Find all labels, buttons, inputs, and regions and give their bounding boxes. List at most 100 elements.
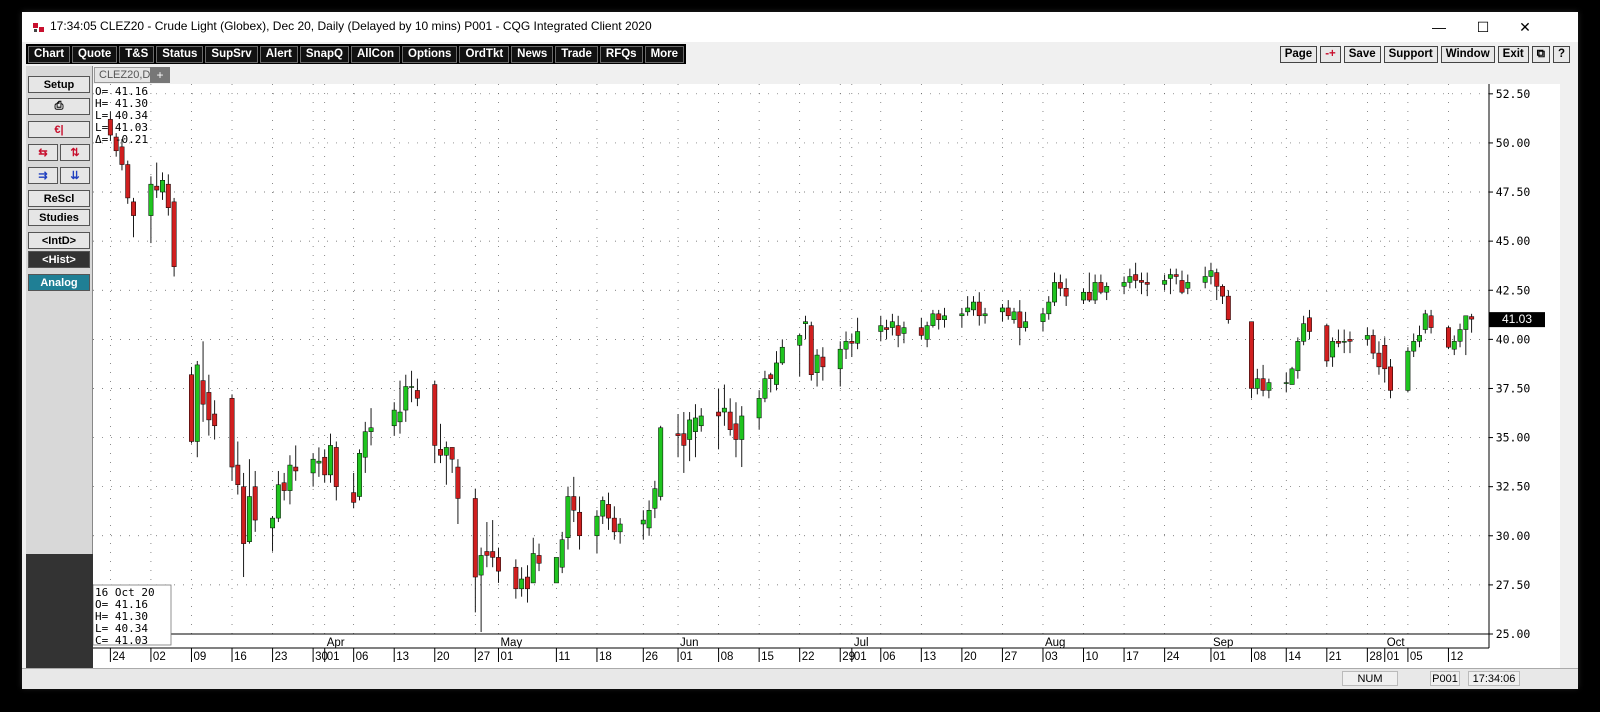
candle-body	[1370, 335, 1376, 354]
day-label: 13	[923, 651, 936, 663]
candle-body	[1330, 341, 1336, 358]
candle-body	[368, 427, 374, 432]
swap-horizontal-icon[interactable]: ⇆	[28, 144, 58, 161]
menu-quote[interactable]: Quote	[72, 45, 118, 63]
candle-body	[652, 488, 658, 509]
month-label: Aug	[1045, 637, 1065, 649]
candle-body	[241, 486, 247, 544]
window-button[interactable]: Window	[1440, 45, 1495, 63]
candle-body	[1063, 288, 1069, 297]
clock: 17:34:06	[1468, 671, 1520, 686]
menu-allcon[interactable]: AllCon	[350, 45, 401, 63]
close-button[interactable]: ✕	[1502, 12, 1548, 42]
menu-chart[interactable]: Chart	[28, 45, 71, 63]
candle-body	[1167, 274, 1173, 279]
page-button[interactable]: Page	[1279, 45, 1318, 63]
day-label: 01	[1387, 651, 1400, 663]
sidebar-panel	[26, 554, 93, 668]
history-button[interactable]: <Hist>	[28, 251, 90, 268]
candle-body	[936, 313, 942, 320]
studies-button[interactable]: Studies	[28, 209, 90, 226]
candle-body	[519, 578, 525, 590]
num-lock-indicator: NUM	[1342, 671, 1398, 686]
candle-body	[397, 411, 403, 423]
print-icon[interactable]: ⎙	[28, 98, 90, 115]
last-price-tag: 41.03	[1489, 312, 1545, 328]
candle-body	[1451, 341, 1457, 350]
day-label: 28	[1369, 651, 1382, 663]
candle-body	[1098, 282, 1104, 293]
candle-body	[1185, 282, 1191, 289]
menu-rfqs[interactable]: RFQs	[599, 45, 643, 63]
price-chart[interactable]: 25.00 27.50 30.00 32.50 35.00 37.50 40.00 42.50…	[93, 84, 1560, 668]
chart-sidebar: Setup ⎙ €| ⇆ ⇅ ⇉ ⇊ ReScl Studies <IntD> …	[26, 66, 93, 555]
candle-body	[976, 301, 982, 317]
y-tick-label: 35.00	[1496, 431, 1531, 445]
y-tick-label: 32.50	[1496, 480, 1531, 494]
candle-body	[1341, 341, 1347, 343]
menu-ordtkt[interactable]: OrdTkt	[459, 45, 510, 63]
ohlc-readout-bottom: 16 Oct 20 O= 41.16 H= 41.30 L= 40.34 C= …	[93, 584, 172, 647]
day-label: 24	[112, 651, 125, 663]
zoom-button[interactable]: -+	[1320, 45, 1341, 63]
candle-body	[1005, 307, 1011, 317]
candle-body	[1057, 282, 1063, 289]
menu-trade[interactable]: Trade	[555, 45, 598, 63]
candle-body	[1138, 280, 1144, 283]
candle-body	[1046, 301, 1052, 315]
candle-body	[1133, 274, 1139, 281]
candle-body	[1295, 341, 1301, 372]
candle-body	[768, 374, 774, 379]
save-button[interactable]: Save	[1343, 45, 1381, 63]
candle-body	[362, 431, 368, 458]
candle-body	[131, 201, 136, 216]
ohlc-change: Δ= -0.21	[95, 133, 148, 146]
candle-body	[803, 321, 808, 324]
minimize-button[interactable]: —	[1416, 12, 1462, 42]
candle-body	[200, 380, 206, 405]
candle-body	[478, 555, 484, 576]
rescale-button[interactable]: ReScl	[28, 190, 90, 207]
menu-alert[interactable]: Alert	[259, 45, 298, 63]
menu-more[interactable]: More	[644, 45, 685, 63]
tab-clez20[interactable]: CLEZ20,D	[94, 67, 156, 83]
y-tick-label: 30.00	[1496, 529, 1531, 543]
candle-body	[438, 449, 444, 456]
ohlc-close-bottom: C= 41.03	[95, 634, 148, 647]
support-button[interactable]: Support	[1383, 45, 1438, 63]
candle-body	[1121, 282, 1127, 287]
analog-button[interactable]: Analog	[28, 274, 90, 291]
menu-snapq[interactable]: SnapQ	[299, 45, 349, 63]
candle-body	[1446, 327, 1451, 348]
candle-body	[762, 378, 768, 399]
menu-options[interactable]: Options	[402, 45, 458, 63]
exit-button[interactable]: Exit	[1497, 45, 1529, 63]
candle-body	[1283, 382, 1289, 384]
restore-icon[interactable]: ⧉	[1531, 45, 1550, 63]
help-button[interactable]: ?	[1552, 45, 1570, 63]
add-tab-button[interactable]: +	[150, 67, 170, 83]
scroll-down-icon[interactable]: ⇊	[60, 167, 90, 184]
swap-vertical-icon[interactable]: ⇅	[60, 144, 90, 161]
euro-icon[interactable]: €|	[28, 121, 90, 138]
candle-body	[982, 313, 988, 317]
scroll-right-icon[interactable]: ⇉	[28, 167, 58, 184]
menu-ts[interactable]: T&S	[119, 45, 155, 63]
month-label: Apr	[327, 637, 345, 649]
setup-button[interactable]: Setup	[28, 76, 90, 93]
candle-body	[716, 411, 722, 417]
candle-body	[808, 325, 814, 375]
menu-status[interactable]: Status	[156, 45, 204, 63]
candle-body	[930, 313, 936, 326]
menu-supsrv[interactable]: SupSrv	[205, 45, 258, 63]
candle-body	[797, 335, 803, 346]
maximize-button[interactable]: ☐	[1460, 12, 1506, 42]
menu-news[interactable]: News	[511, 45, 554, 63]
candle-body	[246, 496, 252, 542]
candle-body	[1092, 282, 1098, 301]
intraday-button[interactable]: <IntD>	[28, 232, 90, 249]
candle-body	[1104, 286, 1110, 293]
candle-body	[1422, 313, 1428, 330]
y-tick-label: 27.50	[1496, 578, 1531, 592]
y-tick-label: 47.50	[1496, 185, 1531, 199]
